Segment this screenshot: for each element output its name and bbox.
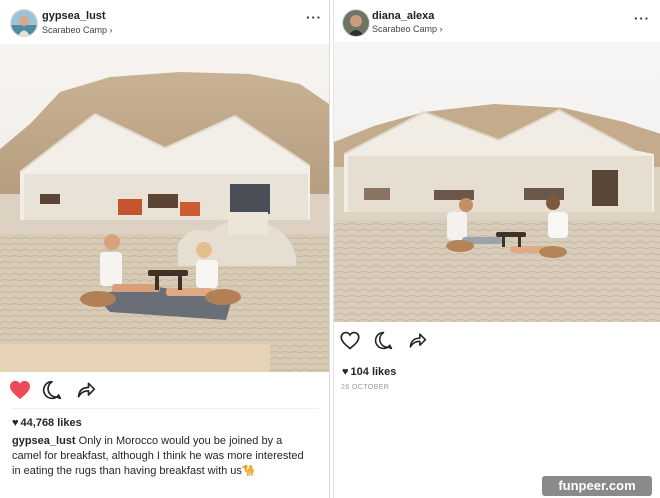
heart-icon[interactable] xyxy=(9,380,31,405)
caption: gypsea_lust Only in Morocco would you be… xyxy=(12,434,312,479)
location-link[interactable]: Scarabeo Camp › xyxy=(372,24,443,34)
username[interactable]: gypsea_lust xyxy=(42,10,106,22)
post-right: diana_alexa Scarabeo Camp › ··· ♥ 104 li… xyxy=(333,0,660,498)
post-header: diana_alexa Scarabeo Camp › ··· xyxy=(334,0,660,44)
heart-outline-icon[interactable] xyxy=(340,331,360,355)
heart-small-icon: ♥ xyxy=(12,417,19,429)
username[interactable]: diana_alexa xyxy=(372,10,434,22)
post-date: 26 OCTOBER xyxy=(341,384,390,391)
likes-label: 44,768 likes xyxy=(20,417,82,429)
comment-icon[interactable] xyxy=(42,380,62,405)
post-left: gypsea_lust Scarabeo Camp › ··· ♥ 44,768… xyxy=(0,0,330,498)
watermark: funpeer.com xyxy=(542,476,652,496)
caption-username[interactable]: gypsea_lust xyxy=(12,435,76,447)
post-photo xyxy=(0,44,329,372)
divider xyxy=(12,408,318,409)
avatar[interactable] xyxy=(342,9,370,37)
more-options-icon[interactable]: ··· xyxy=(634,11,650,26)
location-link[interactable]: Scarabeo Camp › xyxy=(42,25,113,35)
share-icon[interactable] xyxy=(408,331,427,355)
avatar[interactable] xyxy=(10,9,38,37)
share-icon[interactable] xyxy=(76,380,96,405)
post-header: gypsea_lust Scarabeo Camp › ··· xyxy=(0,0,329,44)
more-options-icon[interactable]: ··· xyxy=(306,10,322,25)
heart-small-icon: ♥ xyxy=(342,366,349,378)
likes-count[interactable]: ♥ 44,768 likes xyxy=(12,417,82,429)
likes-count[interactable]: ♥ 104 likes xyxy=(342,366,396,378)
comment-icon[interactable] xyxy=(374,331,393,355)
post-photo xyxy=(334,42,660,322)
likes-label: 104 likes xyxy=(350,366,397,378)
